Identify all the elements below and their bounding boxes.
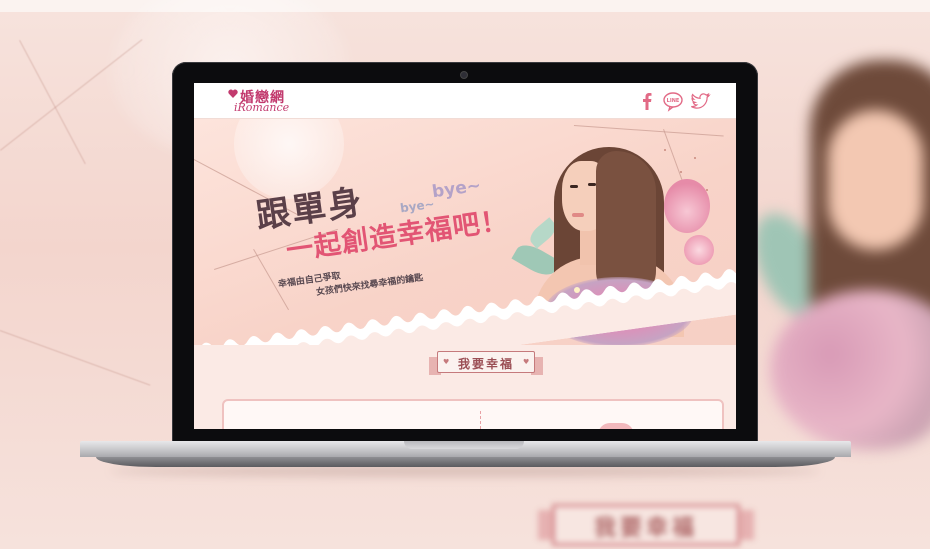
background-line — [0, 330, 151, 386]
bye-text-large: bye~ — [430, 175, 483, 203]
laptop-notch — [404, 441, 524, 449]
i-want-happiness-button[interactable]: ♥ ♥ 我要幸福 — [429, 351, 543, 377]
ribbon-label: 我要幸福 — [457, 357, 514, 371]
laptop-shadow — [110, 466, 820, 476]
heart-icon — [228, 89, 238, 98]
facebook-icon — [643, 93, 652, 110]
decor-line — [573, 125, 724, 137]
content-card — [222, 399, 724, 429]
laptop-screen: 婚戀網 iRomance LINE bye~ bye~ 跟單身 一起創造幸福吧！… — [194, 83, 736, 429]
logo-english-text: iRomance — [234, 101, 290, 114]
facebook-button[interactable] — [636, 90, 658, 112]
site-header: 婚戀網 iRomance LINE — [194, 83, 736, 119]
twitter-button[interactable] — [689, 90, 711, 112]
line-button[interactable]: LINE — [662, 90, 684, 112]
background-ribbon: 我要幸福 — [538, 500, 754, 549]
line-icon-text: LINE — [667, 98, 680, 104]
twitter-icon — [690, 92, 711, 109]
background-line — [19, 40, 86, 165]
line-icon: LINE — [663, 92, 683, 112]
camera-icon — [460, 71, 468, 79]
hero-banner: bye~ bye~ 跟單身 一起創造幸福吧！ 幸福由自己爭取 女孩們快來找尋幸福… — [194, 119, 736, 369]
site-logo[interactable]: 婚戀網 iRomance — [226, 87, 306, 115]
card-divider — [480, 411, 481, 429]
background-girl-photo — [739, 40, 930, 460]
background-ribbon-text: 我要幸福 — [593, 516, 698, 541]
laptop-bottom — [96, 457, 835, 467]
